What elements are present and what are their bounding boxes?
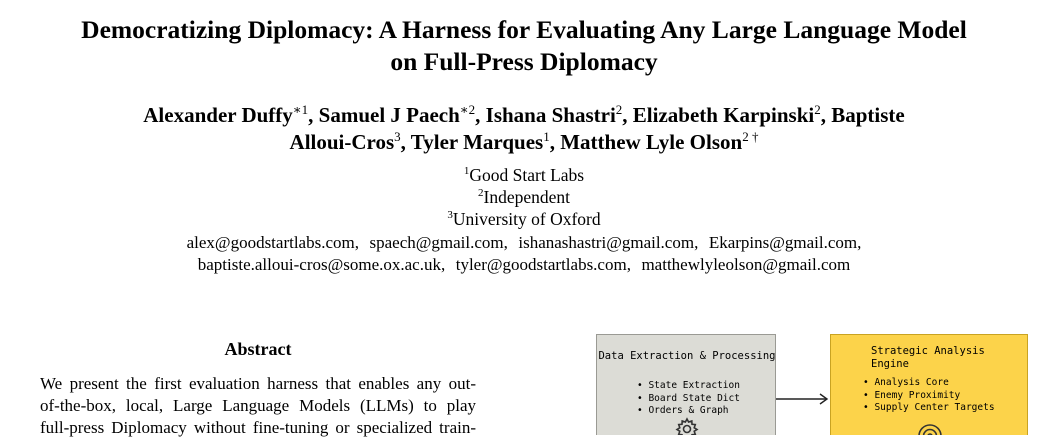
list-item: Board State Dict [637,393,740,406]
data-extraction-items: State Extraction Board State Dict Orders… [637,380,740,418]
title-line-1: Democratizing Diplomacy: A Harness for E… [81,15,967,44]
affiliations: 1Good Start Labs 2Independent 3Universit… [0,164,1048,230]
gear-icon [675,417,699,435]
author-sup: ∗2 [459,102,476,117]
author-name: Elizabeth Karpinski [632,103,815,127]
abstract-body: We present the first evaluation harness … [40,373,476,439]
affiliation-name: Independent [483,187,571,207]
abstract-heading: Abstract [224,339,292,359]
affiliation: 1Good Start Labs [0,164,1048,186]
author-sup: 2 [615,102,623,117]
author-sup: 2 [814,102,821,117]
affiliation-name: Good Start Labs [469,165,585,185]
abstract-line: full-press Diplomacy without fine-tuning… [40,418,476,437]
data-extraction-title: Data Extraction & Processing [598,350,776,362]
strategic-analysis-title: Strategic Analysis Engine [871,345,985,371]
strategic-analysis-title-line-1: Strategic Analysis [871,345,985,357]
author-list: Alexander Duffy∗1, Samuel J Paech∗2, Ish… [0,102,1048,156]
flow-arrow [776,393,829,405]
email-line-1: alex@goodstartlabs.com, spaech@gmail.com… [186,233,862,252]
author-name: Ishana Shastri [485,103,616,127]
author-name-part: Baptiste [831,103,905,127]
author-sup: ∗1 [292,102,309,117]
email-line-2: baptiste.alloui-cros@some.ox.ac.uk, tyle… [197,255,851,274]
author-name: Samuel J Paech [318,103,460,127]
author-name: Alexander Duffy [143,103,293,127]
architecture-figure: Data Extraction & Processing State Extra… [596,334,1028,435]
affiliation-name: University of Oxford [452,209,601,229]
list-item: Enemy Proximity [863,390,995,403]
author-name-part: Alloui-Cros [289,130,395,154]
author-sup: 3 [394,129,401,144]
paper-title: Democratizing Diplomacy: A Harness for E… [0,14,1048,78]
author-name: Tyler Marques [410,130,544,154]
data-extraction-box: Data Extraction & Processing State Extra… [596,334,776,435]
author-line-2: Alloui-Cros3, Tyler Marques1, Matthew Ly… [289,129,759,154]
author-sup: 1 [543,129,550,144]
strategic-analysis-box: Strategic Analysis Engine Analysis Core … [830,334,1028,435]
author-name: Matthew Lyle Olson [560,130,743,154]
email-list: alex@goodstartlabs.com, spaech@gmail.com… [0,232,1048,276]
affiliation: 2Independent [0,186,1048,208]
list-item: Orders & Graph [637,405,740,418]
abstract-line: of-the-box, local, Large Language Models… [40,396,476,415]
author-line-1: Alexander Duffy∗1, Samuel J Paech∗2, Ish… [143,102,905,127]
strategic-analysis-title-line-2: Engine [871,358,909,370]
list-item: Supply Center Targets [863,402,994,415]
author-sup: 2 † [742,129,759,144]
affiliation: 3University of Oxford [0,208,1048,230]
list-item: State Extraction [637,380,740,393]
strategic-analysis-items: Analysis Core Enemy Proximity Supply Cen… [863,377,995,415]
abstract-line: We present the first evaluation harness … [40,374,476,393]
list-item: Analysis Core [863,377,995,390]
target-icon [918,424,942,435]
title-line-2: on Full-Press Diplomacy [390,47,658,76]
